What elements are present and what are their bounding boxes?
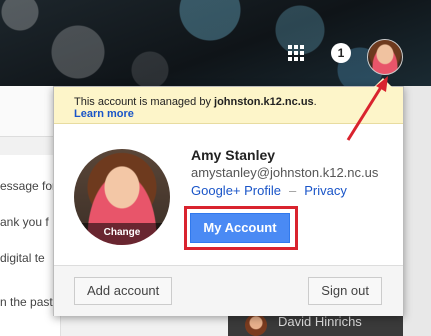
annotation-arrow-icon bbox=[346, 76, 388, 141]
